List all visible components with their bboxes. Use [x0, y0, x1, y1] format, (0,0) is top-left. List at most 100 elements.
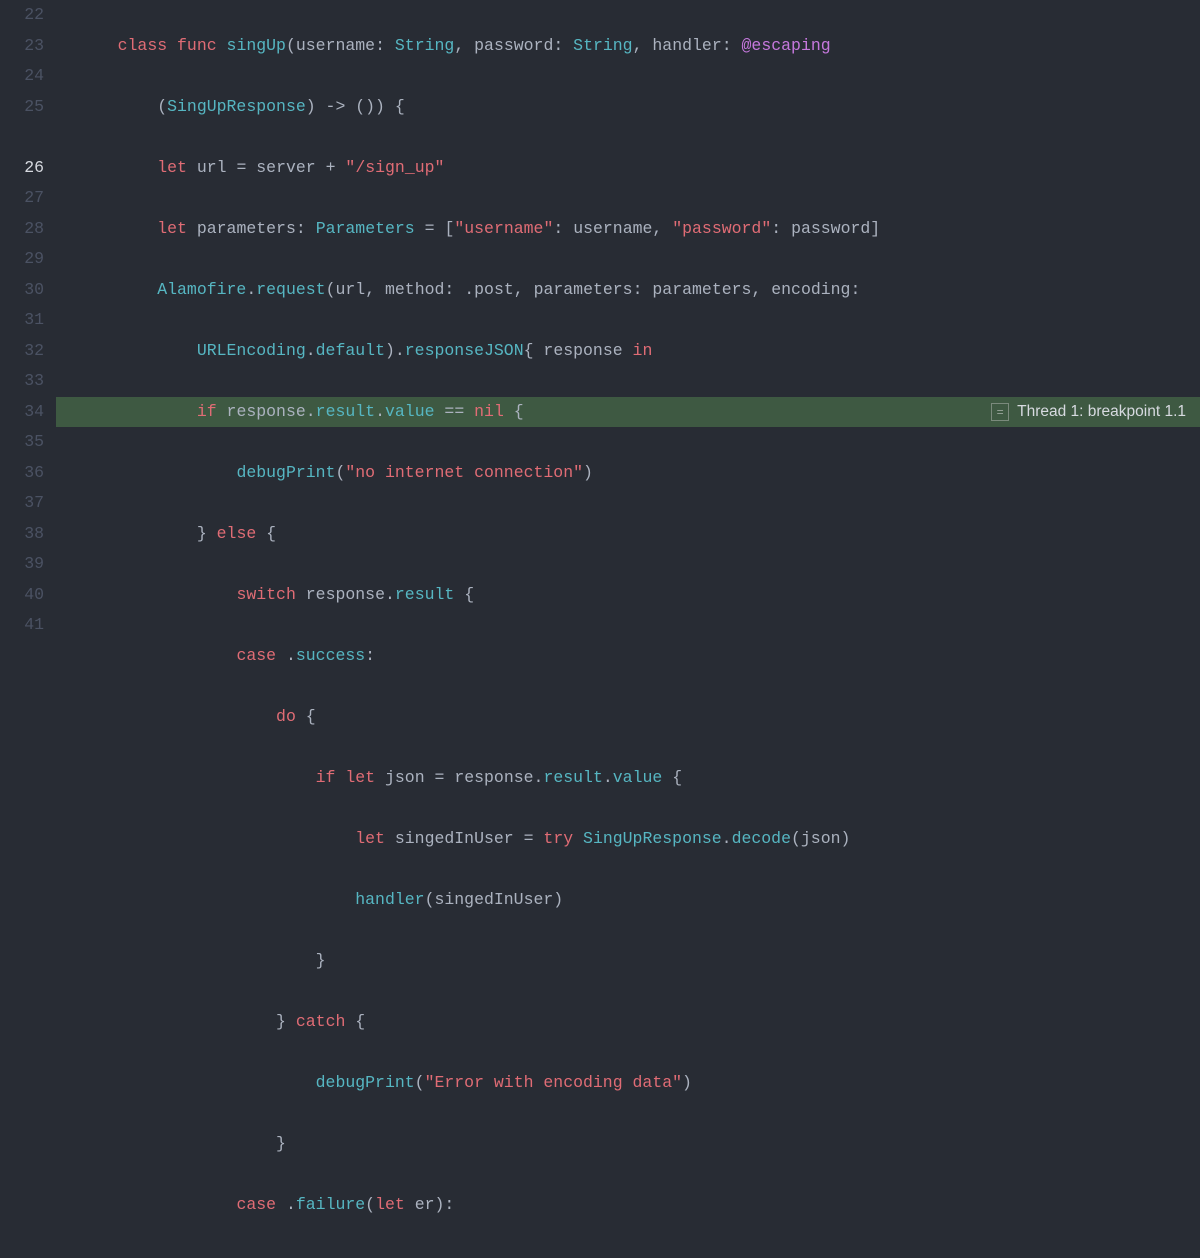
line-number[interactable]: 37	[0, 488, 44, 519]
attribute: @escaping	[742, 36, 831, 55]
type: Alamofire	[157, 280, 246, 299]
code-area[interactable]: class func singUp(username: String, pass…	[60, 0, 1200, 629]
string: "password"	[672, 219, 771, 238]
line-number[interactable]: 35	[0, 427, 44, 458]
identifier: response	[454, 768, 533, 787]
property: result	[316, 402, 375, 421]
code-line[interactable]: }	[78, 1129, 1200, 1160]
identifier: server	[256, 158, 315, 177]
identifier: parameters	[652, 280, 751, 299]
keyword: if	[316, 768, 336, 787]
identifier: json	[801, 829, 841, 848]
method: responseJSON	[405, 341, 524, 360]
string: "Error in singUp	[385, 1256, 553, 1258]
function-name: singUp	[227, 36, 286, 55]
code-line[interactable]: } else {	[78, 519, 1200, 550]
thread-icon: =	[991, 403, 1009, 421]
code-line[interactable]: Alamofire.request(url, method: .post, pa…	[78, 275, 1200, 306]
string: "Error with encoding data"	[425, 1073, 682, 1092]
keyword: else	[217, 524, 257, 543]
identifier: username	[573, 219, 652, 238]
line-number[interactable]: 33	[0, 366, 44, 397]
function-call: handler	[355, 890, 424, 909]
code-line-highlighted[interactable]: if response.result.value == nil {=Thread…	[60, 397, 1200, 428]
line-number[interactable]: 31	[0, 305, 44, 336]
line-number[interactable]: 34	[0, 397, 44, 428]
code-line[interactable]: handler(singedInUser)	[78, 885, 1200, 916]
line-number[interactable]: 29	[0, 244, 44, 275]
enum-case: post	[474, 280, 514, 299]
type: SingUpResponse	[167, 97, 306, 116]
code-line[interactable]: (SingUpResponse) -> ()) {	[78, 92, 1200, 123]
identifier: json	[385, 768, 425, 787]
property: localizedDescription	[603, 1256, 801, 1258]
code-line[interactable]: URLEncoding.default).responseJSON{ respo…	[78, 336, 1200, 367]
keyword: if	[197, 402, 217, 421]
keyword: func	[177, 36, 217, 55]
line-number[interactable]	[0, 122, 44, 153]
code-line[interactable]: switch response.result {	[78, 580, 1200, 611]
keyword: let	[355, 829, 385, 848]
code-line[interactable]: case .failure(let er):	[78, 1190, 1200, 1221]
function-call: debugPrint	[236, 463, 335, 482]
code-line[interactable]: } catch {	[78, 1007, 1200, 1038]
identifier: url	[197, 158, 227, 177]
code-line[interactable]: let url = server + "/sign_up"	[78, 153, 1200, 184]
type: String	[573, 36, 632, 55]
method: request	[256, 280, 325, 299]
property: result	[543, 768, 602, 787]
keyword: let	[157, 219, 187, 238]
keyword: case	[236, 1195, 276, 1214]
identifier: parameters	[197, 219, 296, 238]
method: decode	[732, 829, 791, 848]
keyword: nil	[474, 402, 504, 421]
line-number[interactable]: 38	[0, 519, 44, 550]
line-number[interactable]: 23	[0, 31, 44, 62]
identifier: url	[335, 280, 365, 299]
keyword: switch	[236, 585, 295, 604]
code-line[interactable]: debugPrint("no internet connection")	[78, 458, 1200, 489]
line-number-breakpoint[interactable]: 26	[0, 153, 44, 184]
keyword: catch	[296, 1012, 346, 1031]
line-number-gutter[interactable]: 22 23 24 25 26 27 28 29 30 31 32 33 34 3…	[0, 0, 60, 629]
string: "username"	[454, 219, 553, 238]
property: value	[385, 402, 435, 421]
thread-breakpoint-badge[interactable]: =Thread 1: breakpoint 1.1	[985, 397, 1200, 428]
type: URLEncoding	[197, 341, 306, 360]
line-number[interactable]: 24	[0, 61, 44, 92]
line-number[interactable]: 27	[0, 183, 44, 214]
line-number[interactable]: 32	[0, 336, 44, 367]
line-number[interactable]: 41	[0, 610, 44, 641]
param-label: method	[385, 280, 444, 299]
code-line[interactable]: class func singUp(username: String, pass…	[78, 31, 1200, 62]
param: handler	[652, 36, 721, 55]
line-number[interactable]: 40	[0, 580, 44, 611]
string: "no internet connection"	[345, 463, 583, 482]
code-line[interactable]: let parameters: Parameters = ["username"…	[78, 214, 1200, 245]
identifier: response	[306, 585, 385, 604]
code-line[interactable]: }	[78, 946, 1200, 977]
line-number[interactable]: 25	[0, 92, 44, 123]
code-line[interactable]: do {	[78, 702, 1200, 733]
function-call: debugPrint	[316, 1073, 415, 1092]
code-line[interactable]: let singedInUser = try SingUpResponse.de…	[78, 824, 1200, 855]
keyword: let	[345, 768, 375, 787]
line-number[interactable]: 36	[0, 458, 44, 489]
type: Parameters	[316, 219, 415, 238]
code-editor[interactable]: 22 23 24 25 26 27 28 29 30 31 32 33 34 3…	[0, 0, 1200, 629]
code-line[interactable]: if let json = response.result.value {	[78, 763, 1200, 794]
breakpoint-marker[interactable]	[0, 153, 44, 184]
line-number[interactable]: 39	[0, 549, 44, 580]
property: result	[395, 585, 454, 604]
keyword: try	[543, 829, 573, 848]
keyword: let	[157, 158, 187, 177]
code-line[interactable]: debugPrint("Error in singUp \(er.localiz…	[78, 1251, 1200, 1258]
line-number[interactable]: 28	[0, 214, 44, 245]
code-line[interactable]: case .success:	[78, 641, 1200, 672]
string: "/sign_up"	[345, 158, 444, 177]
code-line[interactable]: debugPrint("Error with encoding data")	[78, 1068, 1200, 1099]
line-number[interactable]: 22	[0, 0, 44, 31]
keyword: in	[633, 341, 653, 360]
param-label: parameters	[534, 280, 633, 299]
line-number[interactable]: 30	[0, 275, 44, 306]
